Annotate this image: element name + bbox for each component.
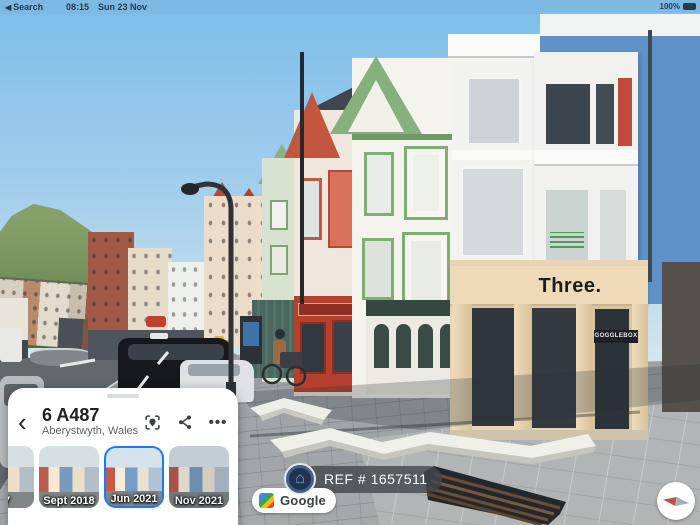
green-window-lettering <box>550 232 584 248</box>
scan-location-button[interactable] <box>142 412 162 432</box>
lower-window <box>546 190 588 262</box>
window <box>270 200 288 230</box>
compass-needle-icon <box>663 495 690 508</box>
place-subtitle: Aberystwyth, Wales <box>42 425 139 437</box>
white-van <box>0 328 22 362</box>
date-thumbnail-strip: 17 Sept 2018 Jun 2021 Nov 2021 <box>8 446 234 508</box>
kiosk-screen <box>243 322 259 346</box>
back-to-search-link[interactable]: ◀ Search <box>5 2 43 12</box>
place-title: 6 A487 <box>42 405 100 425</box>
thumbnail-label: 17 <box>8 495 34 507</box>
thumbnail-sept-2018[interactable]: Sept 2018 <box>39 446 99 508</box>
place-titles: 6 A487 Aberystwyth, Wales <box>38 406 142 438</box>
bay-window <box>466 76 522 146</box>
window <box>362 238 394 300</box>
taxi-roof-sign <box>150 333 168 339</box>
lamp-pole <box>300 52 304 304</box>
clock: 08:15 <box>66 2 90 12</box>
thumbnail-label: Jun 2021 <box>110 493 158 505</box>
thumbnail-label: Sept 2018 <box>43 495 95 507</box>
thumbnail-2017[interactable]: 17 <box>8 446 34 508</box>
bay-cornice <box>534 150 638 164</box>
needle-south <box>675 497 689 508</box>
red-door-panel <box>618 78 632 146</box>
compass-button[interactable] <box>657 482 695 520</box>
status-bar: ◀ Search 08:15 Sun 23 Nov 100% <box>0 0 700 14</box>
suv-windows <box>128 344 224 360</box>
arch-window <box>374 324 389 368</box>
thumbnail-nov-2021[interactable]: Nov 2021 <box>169 446 229 508</box>
car-windows <box>188 364 240 376</box>
window <box>364 152 394 216</box>
ref-badge: ⌂ REF # 1657511 <box>284 463 442 495</box>
red-car <box>146 316 166 327</box>
back-button[interactable]: ‹ <box>18 409 38 435</box>
drag-handle[interactable] <box>107 394 139 398</box>
back-app-label: Search <box>13 2 44 12</box>
date: Sun 23 Nov <box>98 2 148 12</box>
house-radar-icon: ⌂ <box>284 463 316 495</box>
arch-window <box>418 324 433 368</box>
battery-icon <box>683 3 696 10</box>
drainpipe <box>648 30 652 282</box>
green-cornice <box>352 134 464 140</box>
bay-window <box>404 146 448 220</box>
arch-window <box>396 324 411 368</box>
shop-step <box>450 430 648 440</box>
place-card-header: ‹ 6 A487 Aberystwyth, Wales ••• <box>8 402 238 442</box>
battery-status: 100% <box>660 2 696 11</box>
thumbnail-label: Nov 2021 <box>174 495 224 507</box>
google-label: Google <box>280 493 326 508</box>
three-store-sign: Three. <box>538 275 602 297</box>
needle-north <box>663 495 677 506</box>
lower-window <box>600 190 626 262</box>
share-icon <box>179 415 191 429</box>
place-card: ‹ 6 A487 Aberystwyth, Wales ••• Sept 201… <box>8 388 238 525</box>
gogglebox-window-sign: GOGGLEBOX <box>594 330 638 343</box>
scan-location-icon <box>144 414 160 430</box>
shop-window <box>300 322 326 374</box>
sash-window <box>546 84 590 144</box>
back-arrow-icon: ◀ <box>5 2 12 12</box>
traffic-island <box>30 348 92 366</box>
battery-percent: 100% <box>659 2 680 11</box>
sash-window <box>596 84 614 144</box>
white-parapet <box>540 12 700 36</box>
more-options-button[interactable]: ••• <box>208 412 228 432</box>
street-view-screen: Three. GOGGLEBOX ◀ Search 08:15 Sun 23 N… <box>0 0 700 525</box>
share-button[interactable] <box>175 412 195 432</box>
card-actions: ••• <box>142 412 228 432</box>
bay-window <box>460 166 526 258</box>
thumbnail-jun-2021-selected[interactable]: Jun 2021 <box>104 446 164 508</box>
window <box>270 245 288 275</box>
google-maps-icon <box>259 493 274 508</box>
